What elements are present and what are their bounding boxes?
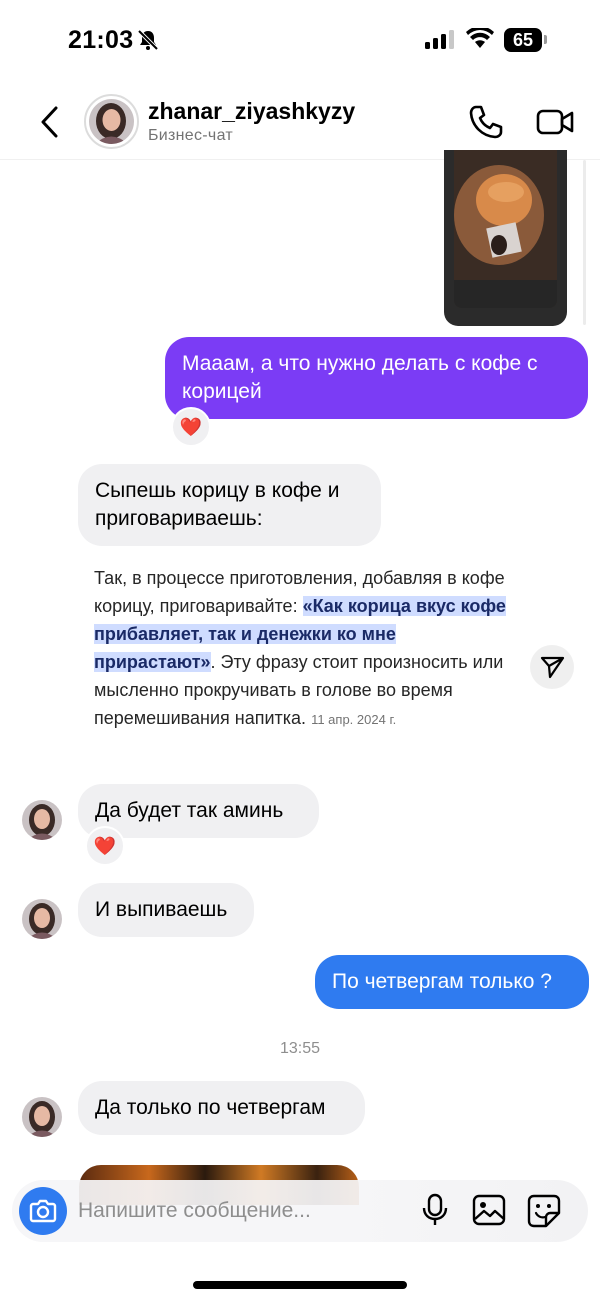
quoted-snippet[interactable]: Так, в процессе приготовления, добавляя … (94, 564, 514, 734)
video-preview (454, 150, 557, 308)
battery-tip (544, 35, 547, 44)
message-composer (12, 1180, 588, 1242)
incoming-message[interactable]: Да только по четвергам (78, 1081, 365, 1135)
chevron-left-icon[interactable] (36, 104, 64, 140)
wifi-icon (466, 28, 494, 48)
sender-avatar[interactable] (22, 1097, 62, 1137)
sticker-icon[interactable] (526, 1193, 562, 1229)
chat-type-label: Бизнес-чат (148, 127, 234, 144)
share-button[interactable] (530, 645, 574, 689)
bell-muted-icon (137, 29, 159, 51)
phone-icon[interactable] (468, 104, 504, 140)
scroll-indicator[interactable] (583, 160, 586, 325)
status-time: 21:03 (68, 26, 134, 54)
microphone-icon[interactable] (420, 1193, 450, 1227)
avatar-photo (89, 99, 134, 144)
quote-date: 11 апр. 2024 г. (311, 712, 397, 727)
home-indicator[interactable] (193, 1281, 407, 1289)
gallery-icon[interactable] (472, 1193, 506, 1227)
heart-reaction-icon: ❤️ (179, 417, 203, 437)
message-text: Да будет так аминь (95, 799, 284, 822)
camera-icon (29, 1199, 57, 1223)
message-text: Да только по четвергам (95, 1096, 326, 1119)
message-input[interactable] (78, 1197, 408, 1225)
video-camera-icon[interactable] (536, 104, 574, 140)
battery-indicator: 65 (504, 28, 542, 52)
chat-header: zhanar_ziyashkyzy Бизнес-чат (0, 82, 600, 160)
contact-username[interactable]: zhanar_ziyashkyzy (148, 98, 355, 125)
camera-button[interactable] (19, 1187, 67, 1235)
contact-avatar[interactable] (84, 94, 139, 149)
time-separator: 13:55 (279, 1040, 321, 1057)
outgoing-message[interactable]: Мааам, а что нужно делать с кофе с кориц… (165, 337, 588, 419)
shared-video-thumbnail[interactable] (444, 150, 567, 326)
status-bar: 21:03 65 (0, 0, 600, 80)
incoming-message[interactable]: И выпиваешь (78, 883, 254, 937)
message-text: И выпиваешь (95, 898, 228, 921)
message-text: Сыпешь корицу в кофе и приговариваешь: (95, 479, 340, 530)
paper-plane-icon (540, 656, 565, 679)
incoming-message[interactable]: Сыпешь корицу в кофе и приговариваешь: (78, 464, 381, 546)
outgoing-message[interactable]: По четвергам только ? (315, 955, 589, 1009)
reaction-heart[interactable]: ❤️ (85, 826, 125, 866)
sender-avatar[interactable] (22, 899, 62, 939)
message-text: Мааам, а что нужно делать с кофе с кориц… (182, 352, 538, 403)
sender-avatar[interactable] (22, 800, 62, 840)
signal-icon (425, 30, 454, 49)
heart-reaction-icon: ❤️ (93, 836, 117, 856)
message-text: По четвергам только ? (332, 970, 552, 993)
reaction-heart[interactable]: ❤️ (171, 407, 211, 447)
